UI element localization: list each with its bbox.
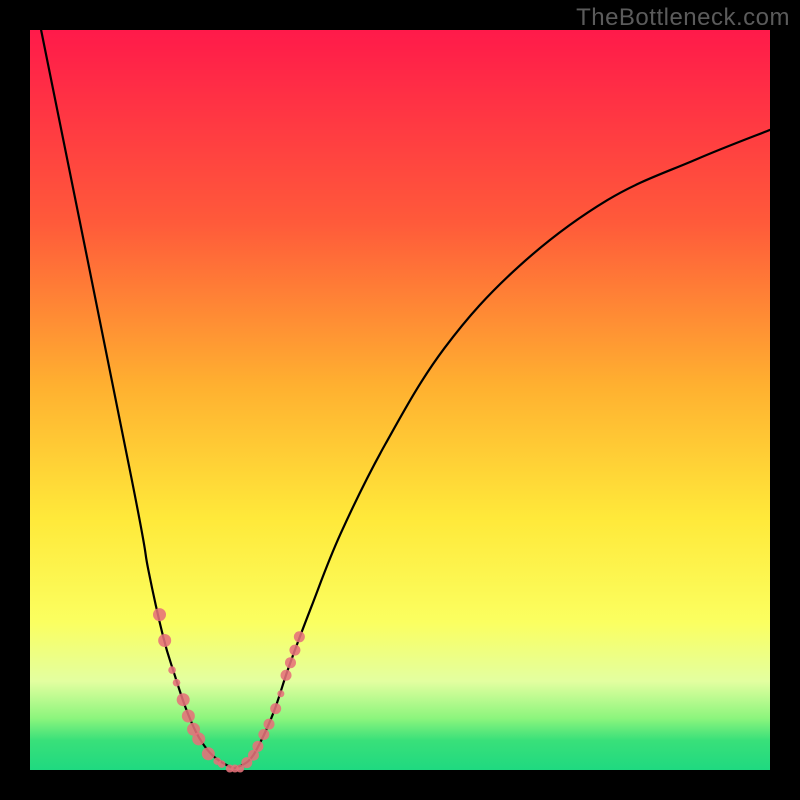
marker-dot — [182, 709, 195, 722]
curve-group — [41, 30, 770, 769]
marker-dot — [277, 690, 284, 697]
marker-dot — [153, 608, 166, 621]
curve-left-branch — [41, 30, 233, 769]
marker-dot — [270, 703, 281, 714]
marker-dot — [173, 679, 181, 687]
marker-dot — [285, 657, 296, 668]
marker-dot — [281, 670, 292, 681]
curve-right-branch — [234, 130, 771, 769]
marker-dot — [289, 645, 300, 656]
watermark-text: TheBottleneck.com — [576, 4, 790, 32]
curves-layer — [30, 30, 770, 770]
marker-dot — [168, 666, 176, 674]
marker-dot — [202, 747, 215, 760]
marker-dot — [264, 719, 275, 730]
chart-stage: TheBottleneck.com — [0, 0, 800, 800]
marker-dot — [258, 729, 269, 740]
marker-dot — [252, 741, 263, 752]
marker-dot — [177, 693, 190, 706]
marker-dot — [192, 732, 205, 745]
marker-dot — [218, 760, 226, 768]
marker-dot — [158, 634, 171, 647]
marker-dot — [294, 631, 305, 642]
